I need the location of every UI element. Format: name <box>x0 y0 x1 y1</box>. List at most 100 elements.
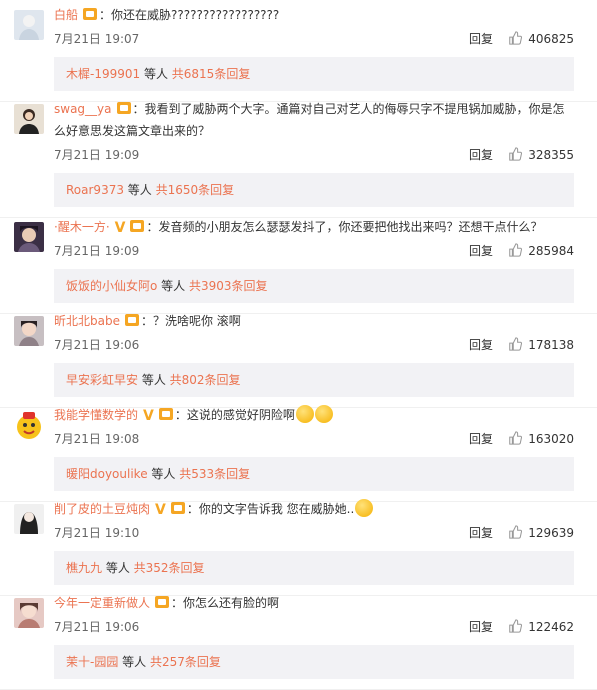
avatar[interactable] <box>14 222 44 252</box>
sub-reply-count-link[interactable]: 共802条回复 <box>170 373 241 387</box>
like-button[interactable]: 328355 <box>508 145 574 165</box>
sub-reply-joiner: 等人 <box>140 67 172 81</box>
thumbs-up-icon <box>508 431 523 445</box>
comment-meta: 7月21日 19:10 回复 129639 <box>54 523 574 543</box>
sub-reply-count-link[interactable]: 共257条回复 <box>150 655 221 669</box>
like-count: 163020 <box>528 432 574 446</box>
reply-button[interactable]: 回复 <box>469 145 493 165</box>
sub-reply-user[interactable]: 樵九九 <box>66 561 102 575</box>
username-link[interactable]: ·醒木一方· <box>54 220 110 234</box>
username-link[interactable]: swag__ya <box>54 102 112 116</box>
comment-meta: 7月21日 19:07 回复 406825 <box>54 29 574 49</box>
thumbs-up-icon <box>508 147 523 161</box>
username-link[interactable]: 今年一定重新做人 <box>54 596 150 610</box>
reply-button[interactable]: 回复 <box>469 523 493 543</box>
sub-reply-count-link[interactable]: 共6815条回复 <box>172 67 251 81</box>
sub-reply-count-link[interactable]: 共533条回复 <box>179 467 250 481</box>
comment-meta: 7月21日 19:09 回复 285984 <box>54 241 574 261</box>
like-button[interactable]: 285984 <box>508 241 574 261</box>
thumbs-up-icon <box>508 31 523 45</box>
sub-reply-count-link[interactable]: 共352条回复 <box>134 561 205 575</box>
avatar[interactable] <box>14 598 44 628</box>
like-count: 328355 <box>528 148 574 162</box>
sub-reply-summary[interactable]: 樵九九 等人 共352条回复 <box>54 551 574 585</box>
reply-button[interactable]: 回复 <box>469 617 493 637</box>
comment-text-line: 削了皮的土豆炖肉 V ：你的文字告诉我 您在威胁她.. <box>54 498 574 521</box>
avatar[interactable] <box>14 504 44 534</box>
v-verified-icon: V <box>155 502 166 518</box>
thumbs-up-icon <box>508 337 523 351</box>
like-button[interactable]: 178138 <box>508 335 574 355</box>
sub-reply-joiner: 等人 <box>138 373 170 387</box>
like-count: 129639 <box>528 526 574 540</box>
emoji-icon <box>355 499 374 517</box>
comment-body: ：你还在威胁????????????????? <box>99 8 280 22</box>
sub-reply-joiner: 等人 <box>157 279 189 293</box>
emoji-icon <box>314 405 333 423</box>
reply-button[interactable]: 回复 <box>469 429 493 449</box>
emoji-icon <box>295 405 314 423</box>
sub-reply-count-link[interactable]: 共1650条回复 <box>156 183 235 197</box>
avatar[interactable] <box>14 10 44 40</box>
username-link[interactable]: 我能学懂数学的 <box>54 408 138 422</box>
sub-reply-summary[interactable]: 暖阳doyoulike 等人 共533条回复 <box>54 457 574 491</box>
avatar[interactable] <box>14 316 44 346</box>
member-badge-icon <box>124 314 139 326</box>
comment-text-line: 昕北北babe ：？洗啥呢你 滚啊 <box>54 310 574 332</box>
comment-date: 7月21日 19:07 <box>54 32 140 46</box>
thumbs-up-icon <box>508 619 523 633</box>
like-count: 406825 <box>528 32 574 46</box>
v-verified-icon: V <box>143 408 154 424</box>
sub-reply-user[interactable]: 木樨-199901 <box>66 67 140 81</box>
avatar[interactable] <box>14 410 44 440</box>
comment-text-line: 今年一定重新做人 ：你怎么还有脸的啊 <box>54 592 574 614</box>
username-link[interactable]: 昕北北babe <box>54 314 120 328</box>
member-badge-icon <box>158 408 173 420</box>
comment-text-line: 白船 ：你还在威胁????????????????? <box>54 4 574 26</box>
username-link[interactable]: 白船 <box>54 8 78 22</box>
comment-body: ：我看到了威胁两个大字。通篇对自己对艺人的侮辱只字不提甩锅加威胁，你是怎么好意思… <box>54 102 565 138</box>
sub-reply-user[interactable]: 茉十-园园 <box>66 655 118 669</box>
sub-reply-count-link[interactable]: 共3903条回复 <box>189 279 268 293</box>
like-button[interactable]: 406825 <box>508 29 574 49</box>
like-button[interactable]: 129639 <box>508 523 574 543</box>
comment-body: ：发音频的小朋友怎么瑟瑟发抖了，你还要把他找出来吗？还想干点什么？ <box>146 220 543 234</box>
sub-reply-user[interactable]: 饭饭的小仙女阿o <box>66 279 157 293</box>
comment-body: ：？洗啥呢你 滚啊 <box>140 314 241 328</box>
comment-text-line: swag__ya ：我看到了威胁两个大字。通篇对自己对艺人的侮辱只字不提甩锅加威胁… <box>54 98 574 142</box>
sub-reply-joiner: 等人 <box>123 183 156 197</box>
username-link[interactable]: 削了皮的土豆炖肉 <box>54 502 150 516</box>
sub-reply-user[interactable]: Roar9373 <box>66 183 124 197</box>
member-badge-icon <box>155 596 170 608</box>
comment-date: 7月21日 19:06 <box>54 620 140 634</box>
member-badge-icon <box>130 220 145 232</box>
comment-text-line: ·醒木一方· V ：发音频的小朋友怎么瑟瑟发抖了，你还要把他找出来吗？还想干点什么？ <box>54 216 574 239</box>
like-button[interactable]: 122462 <box>508 617 574 637</box>
like-button[interactable]: 163020 <box>508 429 574 449</box>
reply-button[interactable]: 回复 <box>469 29 493 49</box>
comment-body: ：你怎么还有脸的啊 <box>171 596 280 610</box>
comment-meta: 7月21日 19:08 回复 163020 <box>54 429 574 449</box>
v-verified-icon: V <box>114 220 126 236</box>
sub-reply-summary[interactable]: 木樨-199901 等人 共6815条回复 <box>54 57 574 91</box>
reply-button[interactable]: 回复 <box>469 241 493 261</box>
sub-reply-summary[interactable]: 早安彩虹早安 等人 共802条回复 <box>54 363 574 397</box>
member-badge-icon <box>83 8 98 20</box>
sub-reply-user[interactable]: 暖阳doyoulike <box>66 467 148 481</box>
sub-reply-joiner: 等人 <box>118 655 150 669</box>
thumbs-up-icon <box>508 525 523 539</box>
comment-date: 7月21日 19:10 <box>54 526 140 540</box>
sub-reply-user[interactable]: 早安彩虹早安 <box>66 373 138 387</box>
comment-body: ：这说的感觉好阴险啊 <box>174 408 295 422</box>
avatar[interactable] <box>14 104 44 134</box>
reply-button[interactable]: 回复 <box>469 335 493 355</box>
member-badge-icon <box>170 502 185 514</box>
comment-date: 7月21日 19:08 <box>54 432 140 446</box>
sub-reply-summary[interactable]: Roar9373 等人 共1650条回复 <box>54 173 574 207</box>
like-count: 178138 <box>528 338 574 352</box>
sub-reply-summary[interactable]: 饭饭的小仙女阿o 等人 共3903条回复 <box>54 269 574 303</box>
comment-text-line: 我能学懂数学的 V ：这说的感觉好阴险啊 <box>54 404 574 427</box>
sub-reply-summary[interactable]: 茉十-园园 等人 共257条回复 <box>54 645 574 679</box>
sub-reply-joiner: 等人 <box>147 467 180 481</box>
comment-meta: 7月21日 19:09 回复 328355 <box>54 145 574 165</box>
